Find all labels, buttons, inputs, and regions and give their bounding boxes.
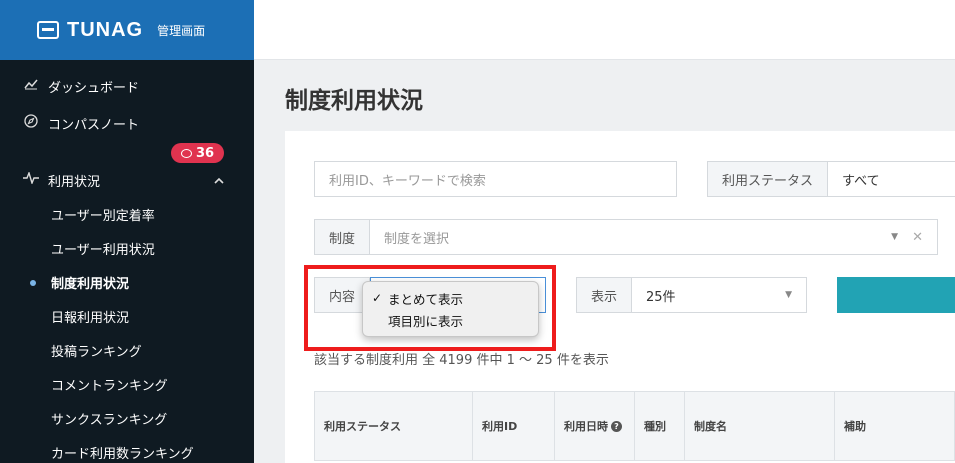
status-filter-value[interactable]: すべて	[828, 162, 955, 196]
dropdown-option-by-item[interactable]: 項目別に表示	[363, 309, 538, 331]
brand-header[interactable]: TUNAG 管理画面	[0, 0, 254, 60]
table-header: 利用ステータス 利用ID 利用日時 ? 種別 制度名 補助	[314, 391, 955, 461]
pulse-icon	[22, 170, 40, 188]
active-indicator-dot	[30, 280, 36, 286]
chat-bubble-icon	[180, 148, 192, 158]
badge-count: 36	[195, 145, 215, 161]
sidebar-subitem-user-usage[interactable]: ユーザー利用状況	[0, 231, 254, 265]
help-icon[interactable]: ?	[611, 420, 622, 432]
chevron-up-icon[interactable]	[214, 174, 224, 187]
sidebar-item-label: ダッシュボード	[48, 80, 140, 96]
sidebar-subitem-thanks-ranking[interactable]: サンクスランキング	[0, 401, 254, 435]
brand-subtitle: 管理画面	[157, 23, 206, 38]
dropdown-option-label: 項目別に表示	[388, 313, 464, 329]
sidebar-subitem-user-retention[interactable]: ユーザー別定着率	[0, 197, 254, 231]
sidebar-subitem-daily-report[interactable]: 日報利用状況	[0, 299, 254, 333]
column-header-support[interactable]: 補助	[835, 392, 954, 460]
display-count-label: 表示	[577, 278, 633, 312]
display-count-value[interactable]: 25件	[632, 278, 785, 312]
page-title: 制度利用状況	[285, 88, 423, 114]
system-select-label: 制度	[315, 220, 371, 254]
search-button[interactable]	[837, 277, 955, 313]
display-count-select[interactable]: 表示 25件 ▼	[576, 277, 807, 313]
checkmark-icon: ✓	[372, 291, 383, 305]
dropdown-option-label: まとめて表示	[388, 291, 464, 307]
column-header-system-name[interactable]: 制度名	[685, 392, 835, 460]
content-dropdown-menu[interactable]: ✓ まとめて表示 項目別に表示	[362, 281, 539, 337]
compass-icon	[22, 114, 40, 132]
status-filter[interactable]: 利用ステータス すべて	[707, 161, 955, 197]
keyword-placeholder: 利用ID、キーワードで検索	[329, 173, 486, 189]
sidebar-item-compass-note[interactable]: コンパスノート	[0, 106, 254, 140]
sidebar-item-label: コンパスノート	[48, 117, 140, 133]
dropdown-option-combined[interactable]: ✓ まとめて表示	[363, 287, 538, 309]
system-select[interactable]: 制度 制度を選択 ▼ ✕	[314, 219, 938, 255]
keyword-search-input[interactable]: 利用ID、キーワードで検索	[314, 161, 677, 197]
brand-name: TUNAG	[67, 18, 144, 41]
column-header-datetime[interactable]: 利用日時 ?	[555, 392, 635, 460]
chart-icon	[22, 78, 40, 94]
sidebar-subitem-comment-ranking[interactable]: コメントランキング	[0, 367, 254, 401]
column-header-type[interactable]: 種別	[635, 392, 685, 460]
sidebar-item-label: 利用状況	[48, 174, 101, 190]
chevron-down-icon[interactable]: ▼	[785, 290, 792, 300]
tunag-logo-icon	[37, 21, 59, 39]
status-filter-label: 利用ステータス	[708, 162, 829, 196]
sidebar-subitem-system-usage[interactable]: 制度利用状況	[0, 265, 254, 299]
sidebar-subitem-post-ranking[interactable]: 投稿ランキング	[0, 333, 254, 367]
sidebar-item-dashboard[interactable]: ダッシュボード	[0, 69, 254, 103]
sidebar-item-label: 制度利用状況	[51, 276, 130, 292]
sidebar: TUNAG 管理画面 ダッシュボード コンパスノート 36 利用状況 ユーザー別…	[0, 0, 254, 463]
column-header-label: 利用日時	[564, 420, 608, 433]
top-bar	[254, 0, 955, 60]
column-header-id[interactable]: 利用ID	[473, 392, 555, 460]
column-header-status[interactable]: 利用ステータス	[315, 392, 473, 460]
system-select-placeholder[interactable]: 制度を選択	[370, 220, 891, 254]
notification-badge[interactable]: 36	[171, 143, 224, 163]
result-count-text: 該当する制度利用 全 4199 件中 1 〜 25 件を表示	[314, 353, 609, 368]
sidebar-subitem-card-ranking[interactable]: カード利用数ランキング	[0, 435, 254, 463]
chevron-down-icon[interactable]: ▼	[891, 232, 898, 242]
sidebar-item-usage[interactable]: 利用状況	[0, 163, 254, 197]
clear-icon[interactable]: ✕	[912, 230, 923, 245]
